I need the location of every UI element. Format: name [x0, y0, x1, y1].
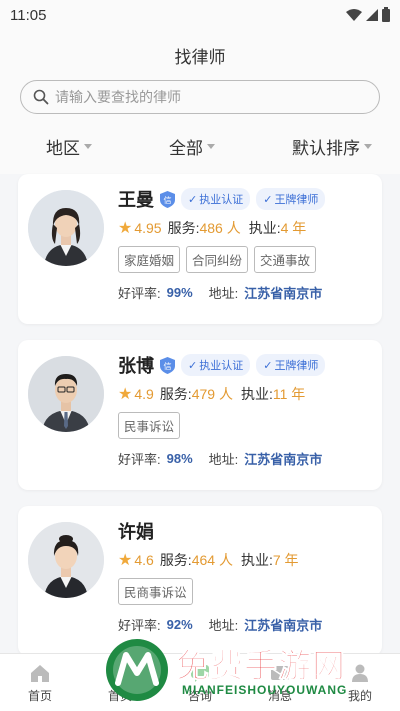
- star-icon: ★: [118, 386, 133, 403]
- practice-label: 执业:: [240, 386, 273, 402]
- page-title: 找律师: [174, 47, 226, 67]
- nav-home-label: 首页: [27, 688, 52, 703]
- praise-rate-label: 好评率:: [118, 618, 161, 633]
- check-icon: ✓: [188, 193, 198, 206]
- filter-sort-label: 默认排序: [292, 138, 360, 158]
- nav-consult-label: 咨询: [187, 688, 212, 703]
- check-icon: ✓: [263, 193, 273, 206]
- practice-years: 7 年: [272, 552, 299, 568]
- nav-messages-label: 消息: [267, 688, 292, 703]
- ace-lawyer-badge: ✓ 王牌律师: [256, 354, 326, 376]
- certified-badge: ✓ 执业认证: [181, 188, 251, 210]
- lawyer-rating: 4.6: [134, 552, 154, 568]
- nav-lawyer[interactable]: 首页: [80, 654, 160, 711]
- page-header: 找律师: [0, 30, 400, 80]
- nav-consult[interactable]: 咨询: [160, 654, 240, 711]
- lawyer-avatar: [28, 522, 104, 598]
- filter-region[interactable]: 地区: [46, 134, 92, 159]
- lawyer-card[interactable]: 许娟 ★ 4.6 服务: 464 人 执业: 7 年 民商事诉讼 好评率: 92…: [18, 506, 382, 656]
- practice-area-tag: 合同纠纷: [186, 246, 249, 273]
- chat-icon: [191, 664, 209, 682]
- credit-shield-icon: 信: [160, 356, 175, 374]
- filter-sort[interactable]: 默认排序: [292, 134, 372, 159]
- service-count: 479 人: [191, 386, 233, 402]
- svg-text:信: 信: [164, 195, 172, 205]
- credit-shield-icon: 信: [160, 190, 175, 208]
- battery-icon: [382, 6, 390, 22]
- practice-area-tag: 交通事故: [254, 246, 317, 273]
- nav-messages[interactable]: 消息: [240, 654, 320, 711]
- service-label: 服务:: [159, 552, 192, 568]
- practice-label: 执业:: [240, 552, 273, 568]
- lawyer-icon: [112, 664, 128, 682]
- service-label: 服务:: [167, 220, 200, 236]
- practice-area-tag: 民商事诉讼: [118, 578, 193, 605]
- profile-icon: [352, 664, 368, 682]
- search-bar[interactable]: [20, 80, 380, 114]
- address-label: 地址:: [208, 618, 239, 633]
- address-value: 江苏省南京市: [244, 452, 323, 467]
- search-input[interactable]: [55, 89, 379, 105]
- praise-rate-value: 99%: [166, 285, 193, 300]
- address-label: 地址:: [208, 286, 239, 301]
- check-icon: ✓: [188, 359, 198, 372]
- search-area: [0, 80, 400, 118]
- caret-down-icon: [207, 143, 215, 149]
- practice-label: 执业:: [248, 220, 281, 236]
- svg-text:信: 信: [164, 361, 172, 371]
- lawyer-card[interactable]: 王曼 信 ✓ 执业认证 ✓ 王牌律师 ★ 4.95 服务: 486 人 执业: 4 …: [18, 174, 382, 324]
- address-value: 江苏省南京市: [244, 618, 323, 633]
- address-value: 江苏省南京市: [244, 286, 323, 301]
- ace-lawyer-badge: ✓ 王牌律师: [256, 188, 326, 210]
- caret-down-icon: [364, 143, 372, 149]
- star-icon: ★: [118, 552, 133, 569]
- lawyer-rating: 4.9: [134, 386, 154, 402]
- message-icon: [270, 665, 290, 680]
- certified-badge: ✓ 执业认证: [181, 354, 251, 376]
- practice-area-tag: 民事诉讼: [118, 412, 181, 439]
- practice-years: 11 年: [272, 386, 306, 402]
- star-icon: ★: [118, 220, 133, 237]
- practice-years: 4 年: [280, 220, 307, 236]
- lawyer-list: 王曼 信 ✓ 执业认证 ✓ 王牌律师 ★ 4.95 服务: 486 人 执业: 4 …: [0, 174, 400, 656]
- praise-rate-label: 好评率:: [118, 286, 161, 301]
- check-icon: ✓: [263, 359, 273, 372]
- status-bar: 11:05: [0, 0, 400, 30]
- praise-rate-value: 98%: [166, 451, 193, 466]
- wifi-icon: [346, 9, 362, 21]
- lawyer-name: 王曼: [118, 190, 154, 210]
- address-label: 地址:: [208, 452, 239, 467]
- filter-category[interactable]: 全部: [169, 134, 215, 159]
- filter-region-label: 地区: [46, 138, 80, 158]
- service-count: 486 人: [199, 220, 241, 236]
- praise-rate-value: 92%: [166, 617, 193, 632]
- practice-area-tag: 家庭婚姻: [118, 246, 181, 273]
- service-label: 服务:: [159, 386, 192, 402]
- nav-profile[interactable]: 我的: [320, 654, 400, 711]
- signal-icon: [366, 9, 378, 21]
- bottom-nav: 首页 首页 咨询 消息 我的: [0, 653, 400, 711]
- nav-lawyer-label: 首页: [107, 688, 132, 703]
- lawyer-avatar: [28, 190, 104, 266]
- nav-home[interactable]: 首页: [0, 654, 80, 711]
- filter-bar: 地区 全部 默认排序: [0, 118, 400, 174]
- service-count: 464 人: [191, 552, 233, 568]
- status-time: 11:05: [10, 6, 47, 24]
- praise-rate-label: 好评率:: [118, 452, 161, 467]
- lawyer-name: 张博: [118, 356, 154, 376]
- search-icon: [33, 89, 49, 105]
- nav-profile-label: 我的: [347, 688, 372, 703]
- status-icons: [346, 6, 390, 22]
- filter-category-label: 全部: [169, 138, 203, 158]
- caret-down-icon: [84, 143, 92, 149]
- lawyer-name: 许娟: [118, 522, 154, 542]
- lawyer-rating: 4.95: [134, 220, 162, 236]
- home-icon: [31, 664, 49, 682]
- lawyer-avatar: [28, 356, 104, 432]
- lawyer-card[interactable]: 张博 信 ✓ 执业认证 ✓ 王牌律师 ★ 4.9 服务: 479 人 执业: 11 …: [18, 340, 382, 490]
